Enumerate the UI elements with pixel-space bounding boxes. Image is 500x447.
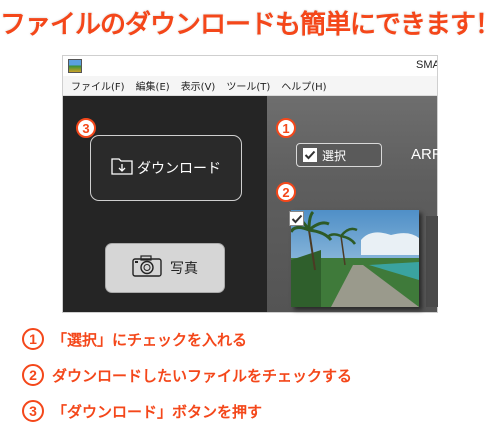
step-3: 3 「ダウンロード」ボタンを押す (22, 400, 262, 422)
step-1-number: 1 (22, 328, 44, 350)
photo-button-label: 写真 (170, 261, 198, 277)
select-label: 選択 (322, 148, 347, 163)
callout-1: 1 (276, 118, 296, 138)
step-2-text: ダウンロードしたいファイルをチェックする (52, 366, 353, 385)
thumbnail-edge (426, 216, 438, 307)
download-button[interactable]: ダウンロード (90, 135, 242, 201)
thumbnail-checkbox[interactable] (289, 211, 304, 226)
menu-help[interactable]: ヘルプ(H) (281, 78, 326, 93)
callout-3: 3 (76, 118, 96, 138)
camera-icon (132, 255, 162, 281)
menu-edit[interactable]: 編集(E) (136, 78, 170, 93)
folder-download-icon (111, 156, 133, 180)
step-3-text: 「ダウンロード」ボタンを押す (52, 402, 263, 421)
menu-bar: ファイル(F) 編集(E) 表示(V) ツール(T) ヘルプ(H) (63, 76, 437, 96)
title-bar: SMA (63, 56, 438, 76)
download-button-label: ダウンロード (137, 161, 221, 177)
arr-label: ARR (411, 146, 443, 163)
menu-file[interactable]: ファイル(F) (71, 78, 125, 93)
step-1: 1 「選択」にチェックを入れる (22, 328, 247, 350)
headline: ファイルのダウンロードも簡単にできます！ (0, 10, 500, 40)
photo-button[interactable]: 写真 (105, 243, 225, 293)
beach-photo (291, 210, 419, 307)
window-title: SMA (416, 59, 438, 71)
checkbox-checked-icon (291, 214, 302, 223)
checkbox-checked-icon (303, 148, 317, 162)
menu-tools[interactable]: ツール(T) (226, 78, 270, 93)
step-2-number: 2 (22, 364, 44, 386)
app-icon (68, 59, 82, 73)
callout-2: 2 (276, 182, 296, 202)
menu-view[interactable]: 表示(V) (181, 78, 216, 93)
step-3-number: 3 (22, 400, 44, 422)
photo-thumbnail[interactable] (291, 210, 419, 307)
select-checkbox[interactable]: 選択 (296, 143, 382, 167)
step-1-text: 「選択」にチェックを入れる (52, 330, 248, 349)
step-2: 2 ダウンロードしたいファイルをチェックする (22, 364, 352, 386)
